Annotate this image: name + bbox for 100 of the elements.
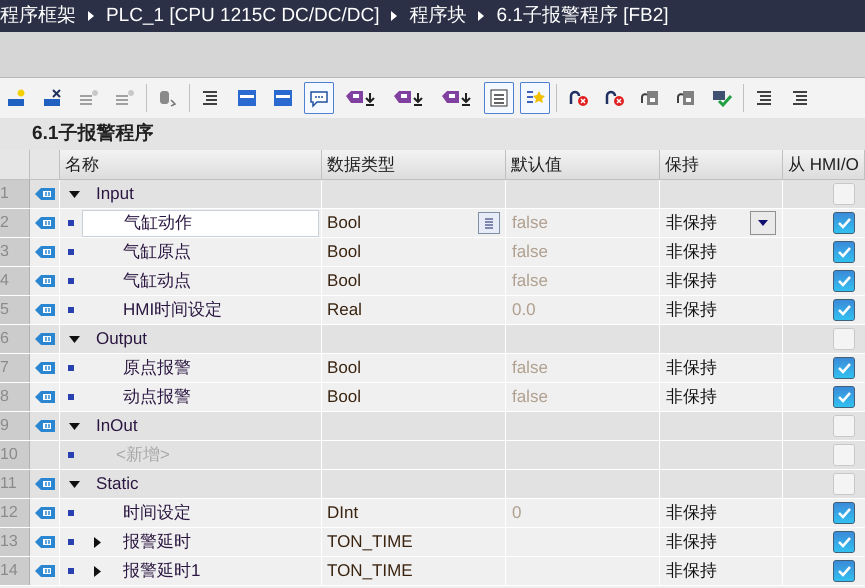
retain-value[interactable]: 非保持	[666, 239, 717, 265]
variable-name[interactable]: 报警延时1	[102, 558, 321, 584]
tag-icon	[34, 477, 56, 491]
data-type[interactable]: Bool	[327, 268, 362, 294]
expand-toggle-icon[interactable]	[69, 420, 80, 432]
variable-name[interactable]: HMI时间设定	[82, 296, 321, 324]
row-number: 6	[0, 329, 9, 349]
checkbox[interactable]	[833, 357, 855, 379]
data-type[interactable]: Bool	[327, 355, 362, 381]
row-number: 5	[0, 300, 9, 320]
row-number: 11	[0, 474, 17, 494]
checkbox[interactable]	[833, 270, 855, 292]
expand-toggle-icon[interactable]	[69, 334, 80, 344]
data-type[interactable]: Bool	[327, 210, 362, 236]
retain-value[interactable]: 非保持	[666, 297, 717, 323]
retain-value[interactable]: 非保持	[666, 268, 717, 294]
retain-value[interactable]: 非保持	[666, 529, 717, 555]
variable-name[interactable]: 气缸原点	[82, 238, 321, 266]
chevron-icon	[478, 11, 484, 21]
tag-icon	[34, 303, 56, 317]
section-name: Output	[96, 328, 148, 350]
bullet-icon	[68, 539, 74, 545]
expand-toggle-icon[interactable]	[94, 566, 102, 576]
retain-value[interactable]: 非保持	[666, 500, 717, 526]
tag-icon	[34, 187, 56, 201]
data-type[interactable]: DInt	[327, 500, 358, 526]
tag-icon	[34, 332, 56, 346]
checkmark-icon	[837, 507, 851, 519]
monitor-icon	[639, 88, 661, 108]
tag-icon	[34, 419, 56, 433]
column-header[interactable]: 默认值	[506, 150, 660, 179]
checkbox[interactable]	[833, 212, 855, 234]
check-icon	[711, 88, 733, 108]
checkmark-icon	[837, 275, 851, 287]
bullet-icon	[68, 452, 74, 458]
rows-icon	[114, 88, 136, 108]
checkbox[interactable]	[833, 560, 855, 582]
database-icon	[157, 88, 179, 108]
arrow-error-icon	[567, 88, 589, 108]
row-number: 13	[0, 532, 18, 552]
variable-name[interactable]: 动点报警	[82, 384, 321, 410]
bullet-icon	[68, 394, 74, 400]
checkbox[interactable]	[833, 299, 855, 321]
expand-toggle-icon[interactable]	[69, 478, 80, 490]
list-icon	[483, 217, 495, 229]
toolbar-button[interactable]	[484, 82, 514, 114]
toolbar-button[interactable]	[304, 82, 334, 114]
window-icon	[272, 88, 294, 108]
breadcrumb-item[interactable]: 6.1子报警程序 [FB2]	[496, 2, 669, 30]
tag-icon	[34, 361, 56, 375]
checkmark-icon	[837, 217, 851, 229]
retain-value[interactable]: 非保持	[666, 355, 717, 381]
checkbox[interactable]	[833, 241, 855, 263]
variable-name[interactable]: 气缸动作	[82, 210, 319, 236]
block-title: 6.1子报警程序	[32, 122, 154, 146]
data-type[interactable]: TON_TIME	[327, 558, 413, 584]
retain-value[interactable]: 非保持	[666, 558, 717, 584]
dropdown-button[interactable]	[750, 211, 776, 235]
checkbox[interactable]	[833, 386, 855, 408]
row-number: 7	[0, 358, 9, 378]
breadcrumb-item[interactable]: 程序框架	[0, 2, 76, 30]
tag-icon	[34, 506, 56, 520]
checkmark-icon	[837, 246, 851, 258]
rows-icon	[78, 88, 100, 108]
breadcrumb-item[interactable]: PLC_1 [CPU 1215C DC/DC/DC]	[106, 2, 380, 30]
checkbox[interactable]	[833, 502, 855, 524]
column-header[interactable]: 保持	[660, 150, 783, 179]
checkbox[interactable]	[833, 531, 855, 553]
chevron-icon	[88, 11, 94, 21]
bullet-icon	[68, 510, 74, 516]
tag-icon	[34, 274, 56, 288]
column-header[interactable]: 数据类型	[322, 150, 506, 179]
variable-name[interactable]: 原点报警	[82, 354, 321, 382]
tag-icon	[34, 390, 56, 404]
expand-toggle-icon[interactable]	[69, 188, 80, 200]
column-header[interactable]: 从 HMI/O	[783, 150, 865, 179]
list-button[interactable]	[478, 212, 500, 234]
bullet-icon	[68, 278, 74, 284]
tag-icon	[34, 535, 56, 549]
bullet-icon	[68, 220, 74, 226]
arrow-error-icon	[603, 88, 625, 108]
column-header[interactable]: 名称	[60, 150, 322, 179]
data-type[interactable]: TON_TIME	[327, 529, 413, 555]
data-type[interactable]: Real	[327, 297, 362, 323]
checkmark-icon	[837, 565, 851, 577]
data-type[interactable]: Bool	[327, 239, 362, 265]
row-number: 10	[0, 445, 18, 465]
variable-name[interactable]: 报警延时	[102, 528, 321, 556]
variable-name[interactable]: 气缸动点	[82, 268, 321, 294]
retain-value[interactable]: 非保持	[666, 210, 717, 236]
retain-value[interactable]: 非保持	[666, 384, 717, 410]
bullet-icon	[68, 249, 74, 255]
row-number: 14	[0, 561, 18, 581]
breadcrumb-item[interactable]: 程序块	[409, 2, 466, 30]
expand-toggle-icon[interactable]	[94, 536, 102, 548]
data-type[interactable]: Bool	[327, 384, 362, 410]
checkmark-icon	[837, 362, 851, 374]
row-number: 1	[0, 184, 9, 204]
checkmark-icon	[837, 536, 851, 548]
variable-name[interactable]: 时间设定	[82, 500, 321, 526]
